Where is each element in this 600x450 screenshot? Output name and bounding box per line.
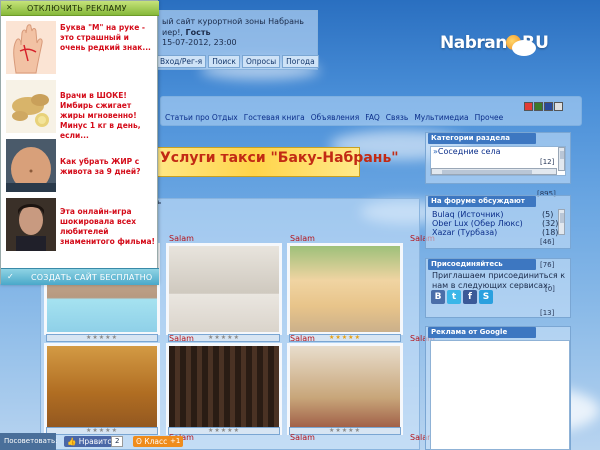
ad-text[interactable]: Врачи в ШОКЕ! Имбирь сжигает жиры мгнове… <box>60 91 156 141</box>
date-line: 15-07-2012, 23:00 <box>162 38 237 47</box>
main-menu: Статьи про Отдых Гостевая книга Объявлен… <box>165 113 503 122</box>
scrollbar-thumb[interactable] <box>442 170 532 174</box>
actor-image[interactable] <box>6 198 56 251</box>
google-ad-area[interactable] <box>430 340 570 450</box>
header-nav: Вход/Рег-я Поиск Опросы Погода <box>156 55 319 68</box>
ad-text[interactable]: Эта онлайн-игра шокировала всех любителе… <box>60 207 156 247</box>
belly-image[interactable] <box>6 139 56 192</box>
photo-author[interactable]: Salam <box>169 234 194 243</box>
greeting-line: иер!, Гость <box>162 28 211 37</box>
theme-swatch-red[interactable] <box>524 102 533 111</box>
login-register-link[interactable]: Вход/Рег-я <box>156 55 207 68</box>
facebook-icon[interactable]: f <box>463 290 477 304</box>
photo-author[interactable]: Salam <box>169 334 194 343</box>
ok-label: Класс <box>144 437 168 446</box>
photo-thumbnail[interactable] <box>166 243 282 335</box>
scrollbar-thumb[interactable] <box>560 213 564 223</box>
greeting-prefix: иер!, <box>162 28 186 37</box>
forum-topic-count: (18) <box>542 228 559 237</box>
category-item-label: Соседние села <box>437 147 501 156</box>
logo-cloud <box>512 40 536 56</box>
join-title: Присоединяйтесь <box>428 259 536 270</box>
menu-guestbook[interactable]: Гостевая книга <box>244 113 305 122</box>
menu-faq[interactable]: FAQ <box>365 113 380 122</box>
create-site-label: СОЗДАТЬ САЙТ БЕСПЛАТНО <box>31 273 153 282</box>
forum-scrollbar[interactable] <box>558 209 565 235</box>
theme-swatch-white[interactable] <box>554 102 563 111</box>
create-site-button[interactable]: ✓ СОЗДАТЬ САЙТ БЕСПЛАТНО <box>1 268 159 285</box>
menu-ads[interactable]: Объявления <box>311 113 359 122</box>
forum-topic-count: (5) <box>542 210 554 219</box>
category-item[interactable]: »Соседние села <box>433 147 500 156</box>
theme-swatch-green[interactable] <box>534 102 543 111</box>
site-logo[interactable]: Nabran RU <box>440 33 560 59</box>
odnoklassniki-icon: ʘ <box>136 437 142 446</box>
taxi-banner-text: Услуги такси "Баку-Набрань" <box>160 150 399 166</box>
forum-topic-count: (32) <box>542 219 559 228</box>
photo-rating[interactable]: ★★★★★ <box>46 334 158 342</box>
forum-topic[interactable]: Bulaq (Источник) <box>432 210 503 219</box>
google-ad-title: Реклама от Google <box>428 327 536 338</box>
ad-popup: ✕ ОТКЛЮЧИТЬ РЕКЛАМУ Буква "М" на руке - … <box>0 0 159 285</box>
ad-text[interactable]: Как убрать ЖИР с живота за 9 дней? <box>60 157 156 177</box>
ginger-image[interactable] <box>6 80 56 133</box>
categories-scrollbar[interactable] <box>558 147 565 171</box>
scrollbar-thumb[interactable] <box>560 151 564 159</box>
polls-link[interactable]: Опросы <box>241 55 281 68</box>
join-zero: [0] <box>545 285 555 293</box>
skype-icon[interactable]: S <box>479 290 493 304</box>
photo-thumbnail[interactable] <box>287 243 403 335</box>
forum-total: [46] <box>540 238 555 246</box>
theme-swatch-blue[interactable] <box>544 102 553 111</box>
forum-title: На форуме обсуждают <box>428 196 536 207</box>
forum-topic[interactable]: Ober Lux (Обер Люкс) <box>432 219 523 228</box>
recommend-label: Посоветовать: <box>0 433 57 450</box>
like-count: 2 <box>111 436 124 447</box>
menu-multimedia[interactable]: Мультимедиа <box>414 113 468 122</box>
category-count: [12] <box>540 158 555 166</box>
disable-ads-label: ОТКЛЮЧИТЬ РЕКЛАМУ <box>27 4 127 13</box>
vk-icon[interactable]: В <box>431 290 445 304</box>
menu-other[interactable]: Прочее <box>475 113 504 122</box>
photo-author[interactable]: Salam <box>290 334 315 343</box>
check-icon: ✓ <box>7 272 14 281</box>
photo-thumbnail[interactable] <box>166 343 282 435</box>
join-count: [76] <box>540 261 555 269</box>
photo-author[interactable]: Salam <box>290 234 315 243</box>
close-icon: ✕ <box>6 3 13 12</box>
photo-author[interactable]: Salam <box>290 433 315 442</box>
ok-count: +1 <box>167 436 184 447</box>
logo-text-left: Nabran <box>440 33 507 53</box>
site-welcome-line: ый сайт курортной зоны Набрань <box>162 17 304 26</box>
photo-thumbnail[interactable] <box>287 343 403 435</box>
menu-articles[interactable]: Статьи про Отдых <box>165 113 238 122</box>
photo-thumbnail[interactable] <box>44 343 160 435</box>
search-link[interactable]: Поиск <box>208 55 240 68</box>
forum-topic[interactable]: Xazar (Турбаза) <box>432 228 497 237</box>
thumbs-up-icon: 👍 <box>67 437 77 446</box>
palm-image[interactable] <box>6 21 56 74</box>
ad-text[interactable]: Буква "М" на руке - это страшный и очень… <box>60 23 156 53</box>
guest-name: Гость <box>185 28 211 37</box>
weather-link[interactable]: Погода <box>282 55 319 68</box>
join-13: [13] <box>540 309 555 317</box>
odnoklassniki-button[interactable]: ʘ Класс <box>133 436 172 447</box>
menu-contact[interactable]: Связь <box>386 113 409 122</box>
disable-ads-button[interactable]: ✕ ОТКЛЮЧИТЬ РЕКЛАМУ <box>1 1 159 16</box>
twitter-icon[interactable]: t <box>447 290 461 304</box>
theme-swatches <box>524 102 563 111</box>
categories-hscrollbar[interactable] <box>431 168 557 175</box>
photo-rating[interactable]: ★★★★★ <box>46 427 158 435</box>
categories-title: Категории раздела <box>428 133 536 144</box>
